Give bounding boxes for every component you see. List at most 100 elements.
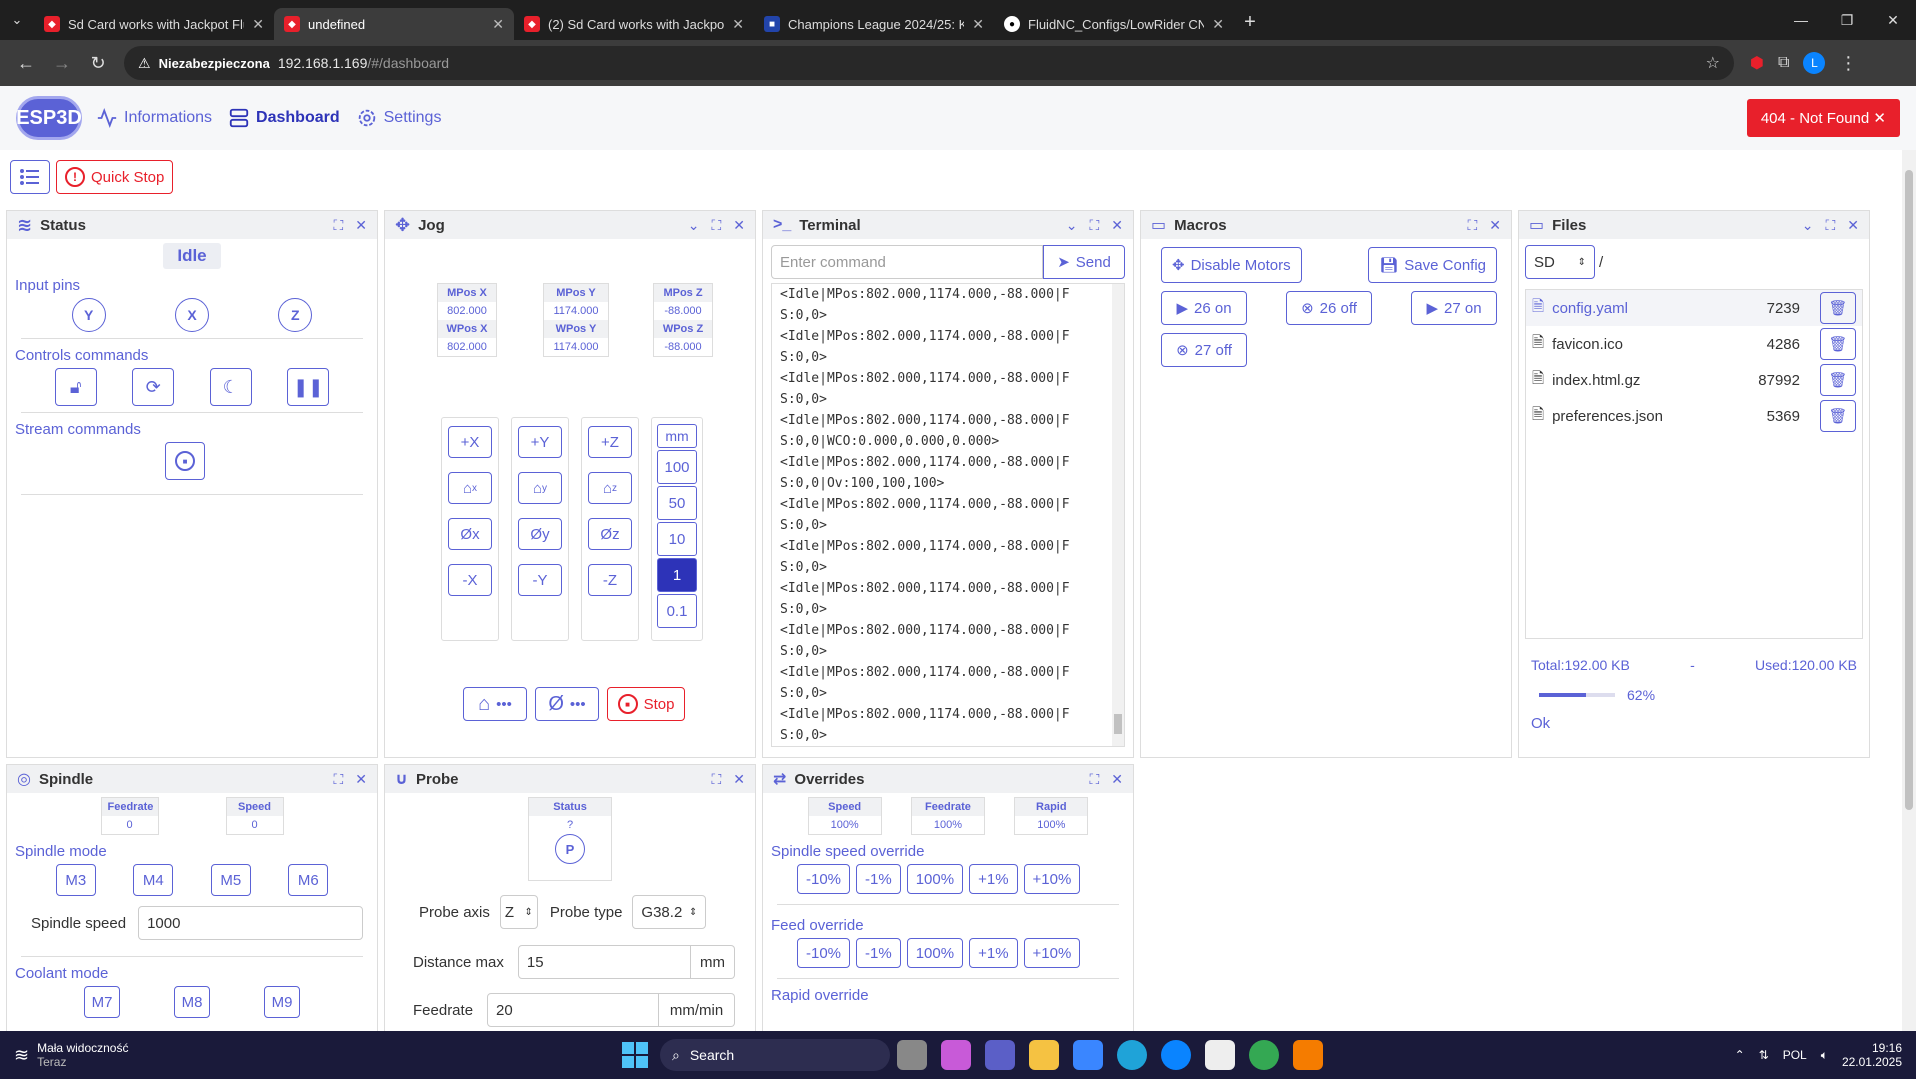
- taskbar-search[interactable]: ⌕ Search: [660, 1039, 890, 1071]
- file-row[interactable]: 🗎 preferences.json 5369 🗑︎: [1526, 398, 1862, 434]
- step-0-1-button[interactable]: 0.1: [657, 594, 697, 628]
- spindle-plus-10-button[interactable]: +10%: [1023, 864, 1081, 894]
- m3-button[interactable]: M3: [55, 864, 96, 896]
- close-icon[interactable]: ✕: [492, 16, 504, 33]
- copilot-icon[interactable]: [941, 1040, 971, 1070]
- step-50-button[interactable]: 50: [657, 486, 697, 520]
- feed-minus-1-button[interactable]: -1%: [856, 938, 901, 968]
- weather-widget[interactable]: ≋ Mała widoczność Teraz: [0, 1041, 220, 1069]
- close-icon[interactable]: ✕: [1873, 110, 1886, 127]
- clock[interactable]: 19:16 22.01.2025: [1842, 1041, 1902, 1069]
- close-icon[interactable]: ✕: [733, 217, 745, 234]
- close-icon[interactable]: ✕: [972, 16, 984, 33]
- jog-stop-button[interactable]: ■ Stop: [607, 687, 685, 721]
- url-input[interactable]: ⚠ Niezabezpieczona 192.168.1.169/#/dashb…: [124, 46, 1734, 80]
- avatar[interactable]: L: [1803, 52, 1826, 74]
- step-1-button[interactable]: 1: [657, 558, 697, 592]
- panel-list-button[interactable]: [10, 160, 50, 194]
- probe-axis-select[interactable]: Z ⇕: [499, 895, 538, 929]
- browser-tab-1[interactable]: ◆ Sd Card works with Jackpot Flui ✕: [34, 8, 274, 40]
- jog-minus-z-button[interactable]: -Z: [588, 564, 632, 596]
- file-row[interactable]: 🗎 config.yaml 7239 🗑︎: [1526, 290, 1862, 326]
- chrome-icon[interactable]: [1249, 1040, 1279, 1070]
- page-scrollbar[interactable]: [1902, 150, 1916, 1031]
- spindle-minus-10-button[interactable]: -10%: [797, 864, 851, 894]
- browser-tab-4[interactable]: ■ Champions League 2024/25: Kr ✕: [754, 8, 994, 40]
- spindle-speed-input[interactable]: 1000: [138, 906, 363, 940]
- chevron-down-icon[interactable]: ⌄: [1066, 217, 1078, 234]
- url-text[interactable]: 192.168.1.169/#/dashboard: [278, 55, 449, 71]
- jog-plus-y-button[interactable]: +Y: [518, 426, 562, 458]
- lang-indicator[interactable]: POL: [1783, 1048, 1807, 1062]
- close-icon[interactable]: ✕: [732, 16, 744, 33]
- save-config-button[interactable]: 💾︎ Save Config: [1368, 247, 1497, 283]
- menu-icon[interactable]: ⋮: [1839, 53, 1857, 74]
- probe-button[interactable]: P: [555, 834, 585, 864]
- delete-button[interactable]: 🗑︎: [1820, 364, 1856, 396]
- jog-plus-x-button[interactable]: +X: [448, 426, 492, 458]
- step-100-button[interactable]: 100: [657, 450, 697, 484]
- fullscreen-icon[interactable]: ⛶: [1467, 217, 1477, 234]
- explorer-icon[interactable]: [1029, 1040, 1059, 1070]
- probe-feedrate-input[interactable]: 20: [487, 993, 659, 1027]
- feed-plus-10-button[interactable]: +10%: [1023, 938, 1081, 968]
- home-z-button[interactable]: ⌂ z: [588, 472, 632, 504]
- close-icon[interactable]: ✕: [1212, 16, 1224, 33]
- command-input[interactable]: Enter command: [771, 245, 1043, 279]
- jog-minus-y-button[interactable]: -Y: [518, 564, 562, 596]
- network-icon[interactable]: ⇅: [1759, 1048, 1769, 1062]
- fullscreen-icon[interactable]: ⛶: [333, 771, 343, 788]
- zero-z-button[interactable]: Øz: [588, 518, 632, 550]
- file-row[interactable]: 🗎 favicon.ico 4286 🗑︎: [1526, 326, 1862, 362]
- spindle-minus-1-button[interactable]: -1%: [856, 864, 901, 894]
- send-button[interactable]: ➤ Send: [1043, 245, 1125, 279]
- macro-27-off-button[interactable]: ⊗ 27 off: [1161, 333, 1247, 367]
- chevron-down-icon[interactable]: ⌄: [1802, 217, 1814, 234]
- tab-list-button[interactable]: ⌄: [0, 0, 34, 40]
- new-tab-button[interactable]: +: [1234, 11, 1266, 34]
- fullscreen-icon[interactable]: ⛶: [333, 217, 343, 234]
- teams-icon[interactable]: [985, 1040, 1015, 1070]
- spindle-plus-1-button[interactable]: +1%: [969, 864, 1018, 894]
- step-10-button[interactable]: 10: [657, 522, 697, 556]
- browser-tab-3[interactable]: ◆ (2) Sd Card works with Jackpot ✕: [514, 8, 754, 40]
- browser-tab-2[interactable]: ◆ undefined ✕: [274, 8, 514, 40]
- close-icon[interactable]: ✕: [355, 217, 367, 234]
- fusion-icon[interactable]: [1293, 1040, 1323, 1070]
- fullscreen-icon[interactable]: ⛶: [1089, 217, 1099, 234]
- macro-26-on-button[interactable]: ▶ 26 on: [1161, 291, 1247, 325]
- warning-icon[interactable]: ⚠: [138, 55, 151, 72]
- close-icon[interactable]: ✕: [1111, 771, 1123, 788]
- fullscreen-icon[interactable]: ⛶: [711, 217, 721, 234]
- edge-icon[interactable]: [1117, 1040, 1147, 1070]
- minimize-icon[interactable]: —: [1778, 0, 1824, 40]
- extension-icon[interactable]: ⬢: [1750, 53, 1764, 73]
- task-view-icon[interactable]: [897, 1040, 927, 1070]
- stream-stop-button[interactable]: ■: [165, 442, 205, 480]
- close-icon[interactable]: ✕: [1111, 217, 1123, 234]
- m9-button[interactable]: M9: [264, 986, 300, 1018]
- close-icon[interactable]: ✕: [1847, 217, 1859, 234]
- chevron-up-icon[interactable]: ⌃: [1735, 1048, 1745, 1062]
- start-icon[interactable]: [622, 1042, 648, 1068]
- macro-26-off-button[interactable]: ⊗ 26 off: [1286, 291, 1372, 325]
- insecure-label[interactable]: Niezabezpieczona: [159, 56, 270, 71]
- restore-icon[interactable]: ❐: [1824, 0, 1870, 40]
- filesystem-select[interactable]: SD ⇕: [1525, 245, 1595, 279]
- nav-dashboard[interactable]: Dashboard: [228, 107, 340, 129]
- fullscreen-icon[interactable]: ⛶: [1089, 771, 1099, 788]
- delete-button[interactable]: 🗑︎: [1820, 400, 1856, 432]
- close-icon[interactable]: ✕: [355, 771, 367, 788]
- close-icon[interactable]: ✕: [252, 16, 264, 33]
- star-icon[interactable]: ☆: [1706, 53, 1720, 73]
- spindle-100-button[interactable]: 100%: [906, 864, 964, 894]
- m4-button[interactable]: M4: [133, 864, 174, 896]
- zero-all-button[interactable]: Ø •••: [535, 687, 599, 721]
- terminal-output[interactable]: <Idle|MPos:802.000,1174.000,-88.000|F S:0…: [771, 283, 1125, 747]
- kiro-icon[interactable]: [1205, 1040, 1235, 1070]
- browser-tab-5[interactable]: ● FluidNC_Configs/LowRider CNC ✕: [994, 8, 1234, 40]
- back-icon[interactable]: ←: [8, 53, 44, 74]
- volume-icon[interactable]: 🔈︎: [1821, 1048, 1828, 1063]
- file-row[interactable]: 🗎 index.html.gz 87992 🗑︎: [1526, 362, 1862, 398]
- chevron-down-icon[interactable]: ⌄: [688, 217, 700, 234]
